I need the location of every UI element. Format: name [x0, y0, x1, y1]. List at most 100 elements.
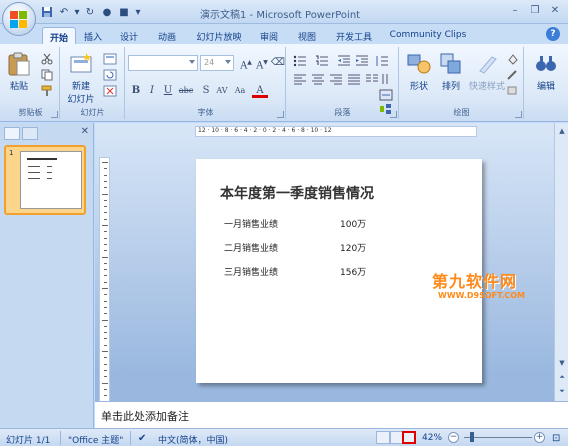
row-value-2[interactable]: 120万 [340, 241, 366, 254]
record-icon[interactable]: ● [100, 5, 114, 19]
ruler-tick [104, 250, 107, 252]
font-dialog-launcher[interactable] [277, 111, 284, 118]
ruler-tick [104, 212, 107, 214]
theme-indicator: "Office 主题" [68, 436, 124, 446]
clear-format-icon[interactable]: ⌫ [270, 55, 286, 70]
numbering-icon[interactable] [315, 55, 329, 67]
tab-insert[interactable]: 插入 [80, 27, 106, 44]
fit-to-window-icon[interactable]: ⊡ [552, 433, 560, 444]
spellcheck-icon[interactable]: ✔ [138, 433, 146, 444]
arrange-button[interactable]: 排列 [436, 51, 466, 92]
grow-font-icon[interactable]: A▲ [238, 55, 254, 71]
font-name-combo[interactable] [128, 55, 198, 71]
tab-home[interactable]: 开始 [42, 27, 76, 44]
previous-slide-icon[interactable]: ⏶ [556, 371, 568, 383]
zoom-out-icon[interactable]: − [448, 432, 459, 443]
strikethrough-icon[interactable]: abc [178, 83, 194, 98]
undo-icon[interactable]: ↶ [57, 5, 71, 19]
tab-design[interactable]: 设计 [116, 27, 142, 44]
columns-icon[interactable] [365, 73, 379, 85]
slides-tab-icon[interactable] [4, 127, 20, 140]
drawing-dialog-launcher[interactable] [515, 111, 522, 118]
zoom-level[interactable]: 42% [422, 433, 442, 443]
scroll-down-icon[interactable]: ▼ [556, 357, 568, 369]
row-label-1[interactable]: 一月销售业绩 [224, 217, 278, 230]
shape-outline-icon[interactable] [506, 69, 520, 81]
zoom-in-icon[interactable]: + [534, 432, 545, 443]
undo-dropdown-icon[interactable]: ▾ [74, 5, 80, 19]
save-icon[interactable] [40, 5, 54, 19]
format-painter-icon[interactable] [40, 85, 54, 97]
close-icon[interactable]: ✕ [546, 3, 564, 18]
outline-tab-icon[interactable] [22, 127, 38, 140]
help-icon[interactable]: ? [546, 27, 560, 41]
row-label-3[interactable]: 三月销售业绩 [224, 265, 278, 278]
line-spacing-icon[interactable] [375, 55, 389, 67]
tab-slideshow[interactable]: 幻灯片放映 [194, 27, 244, 44]
window-controls: – ❐ ✕ [506, 3, 564, 18]
normal-view-icon[interactable] [376, 431, 390, 444]
shrink-font-icon[interactable]: A▼ [254, 55, 270, 71]
row-label-2[interactable]: 二月销售业绩 [224, 241, 278, 254]
tab-review[interactable]: 审阅 [256, 27, 282, 44]
stop-icon[interactable]: ■ [117, 5, 131, 19]
change-case-icon[interactable]: Aa [232, 83, 248, 98]
bullets-icon[interactable] [293, 55, 307, 67]
align-right-icon[interactable] [329, 73, 343, 85]
new-slide-button[interactable]: 新建 幻灯片 [63, 51, 99, 105]
tab-developer[interactable]: 开发工具 [334, 27, 374, 44]
bold-icon[interactable]: B [128, 83, 144, 98]
notes-placeholder[interactable]: 单击此处添加备注 [101, 408, 189, 424]
delete-slide-icon[interactable] [103, 85, 117, 97]
underline-icon[interactable]: U [160, 83, 176, 98]
slide-title[interactable]: 本年度第一季度销售情况 [220, 183, 374, 203]
editing-button[interactable]: 编辑 [530, 51, 562, 92]
ribbon-tabs: 开始 插入 设计 动画 幻灯片放映 审阅 视图 开发工具 Community C… [0, 24, 568, 44]
office-button[interactable] [2, 2, 36, 36]
copy-icon[interactable] [40, 69, 54, 81]
paste-button[interactable]: 粘贴 [6, 51, 32, 92]
group-paragraph: 段落 [287, 47, 399, 119]
minimize-icon[interactable]: – [506, 3, 524, 18]
paragraph-dialog-launcher[interactable] [390, 111, 397, 118]
font-size-combo[interactable]: 24 [200, 55, 234, 71]
font-color-icon[interactable]: A [252, 83, 268, 98]
reset-icon[interactable] [103, 69, 117, 81]
increase-indent-icon[interactable] [355, 55, 369, 67]
clipboard-dialog-launcher[interactable] [51, 111, 58, 118]
redo-icon[interactable]: ↻ [83, 5, 97, 19]
window-title: 演示文稿1 - Microsoft PowerPoint [200, 10, 361, 21]
justify-icon[interactable] [347, 73, 361, 85]
shape-fill-icon[interactable] [506, 53, 520, 65]
align-left-icon[interactable] [293, 73, 307, 85]
slideshow-view-icon[interactable] [402, 431, 416, 444]
restore-icon[interactable]: ❐ [526, 3, 544, 18]
char-spacing-icon[interactable]: AV [214, 83, 230, 98]
text-direction-icon[interactable] [379, 73, 393, 85]
scroll-up-icon[interactable]: ▲ [556, 125, 568, 137]
notes-pane[interactable]: 单击此处添加备注 [95, 401, 568, 428]
close-pane-icon[interactable]: ✕ [81, 126, 89, 137]
zoom-slider[interactable] [464, 437, 532, 438]
next-slide-icon[interactable]: ⏷ [556, 385, 568, 397]
tab-community-clips[interactable]: Community Clips [386, 27, 470, 44]
shape-effects-icon[interactable] [506, 85, 520, 97]
quick-styles-button[interactable]: 快速样式 [466, 51, 508, 92]
ruler-tick [104, 243, 107, 245]
layout-icon[interactable] [103, 53, 117, 65]
vertical-scrollbar[interactable]: ▲ ▼ ⏶ ⏷ [554, 123, 568, 401]
tab-animations[interactable]: 动画 [154, 27, 180, 44]
shadow-icon[interactable]: S [198, 83, 214, 98]
cut-icon[interactable] [40, 53, 54, 65]
align-center-icon[interactable] [311, 73, 325, 85]
customize-qat-icon[interactable]: ▾ [134, 5, 142, 19]
slide-thumbnail-selected[interactable]: 1 [4, 145, 86, 215]
shapes-button[interactable]: 形状 [404, 51, 434, 92]
tab-view[interactable]: 视图 [294, 27, 320, 44]
decrease-indent-icon[interactable] [337, 55, 351, 67]
row-value-3[interactable]: 156万 [340, 265, 366, 278]
align-text-icon[interactable] [379, 89, 393, 101]
italic-icon[interactable]: I [144, 83, 160, 98]
zoom-slider-thumb[interactable] [470, 432, 474, 442]
row-value-1[interactable]: 100万 [340, 217, 366, 230]
